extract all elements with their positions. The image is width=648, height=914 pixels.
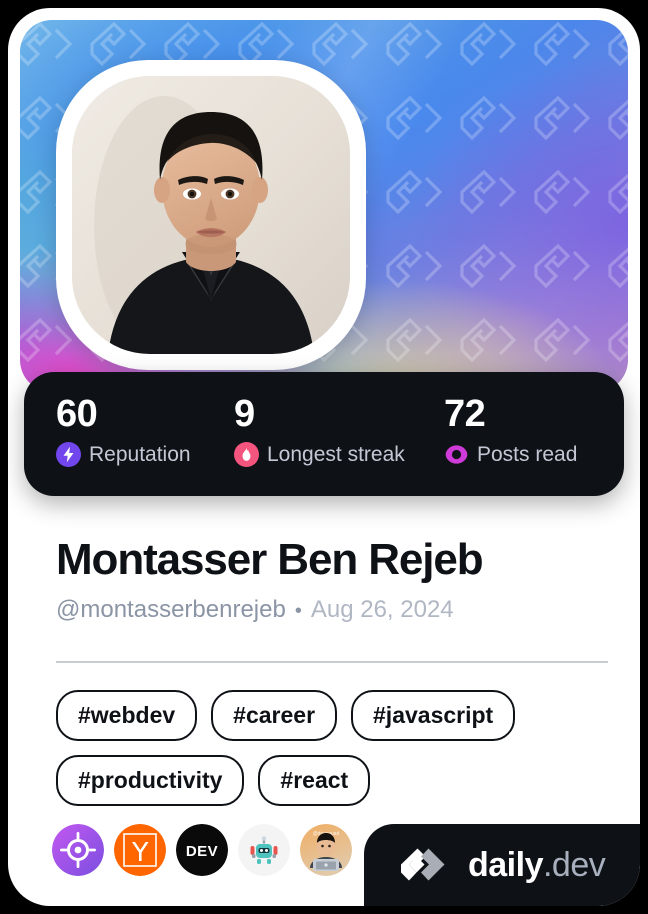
brand-wordmark: daily.dev — [468, 846, 606, 884]
tag-chip[interactable]: #react — [258, 755, 371, 806]
user-handle: @montasserbenrejeb — [56, 596, 286, 623]
user-avatar-source-icon[interactable]: @devsquad — [300, 824, 352, 876]
brand-panel: daily.dev — [364, 824, 640, 906]
flame-icon — [234, 442, 259, 467]
stat-reputation: 60 Reputation — [24, 392, 202, 496]
brand-tld: .dev — [542, 846, 606, 884]
stat-label: Longest streak — [267, 442, 405, 466]
tag-chip[interactable]: #webdev — [56, 690, 198, 741]
stat-value: 72 — [444, 393, 486, 435]
robot-emoji-source-icon[interactable] — [238, 824, 290, 876]
brand-name: daily — [468, 846, 543, 884]
daily-dev-logo-icon — [398, 845, 456, 885]
devcard: 60 Reputation 9 Longest streak 72 Posts … — [8, 8, 640, 906]
stat-value: 9 — [234, 393, 255, 435]
stats-bar: 60 Reputation 9 Longest streak 72 Posts … — [24, 372, 624, 496]
stat-label: Posts read — [477, 442, 578, 466]
tag-list: #webdev #career #javascript #productivity #r… — [56, 690, 616, 806]
stat-posts-read: 72 Posts read — [412, 392, 624, 496]
avatar — [72, 76, 350, 354]
eye-ring-icon — [444, 442, 469, 467]
avatar-frame — [56, 60, 366, 370]
stat-longest-streak: 9 Longest streak — [202, 392, 412, 496]
tag-chip[interactable]: #productivity — [56, 755, 245, 806]
ycombinator-source-icon[interactable] — [114, 824, 166, 876]
stat-label: Reputation — [89, 442, 191, 466]
meta-separator: • — [294, 600, 302, 622]
svg-text:DEV: DEV — [186, 843, 218, 860]
stat-value: 60 — [56, 393, 98, 435]
tag-chip[interactable]: #javascript — [351, 690, 516, 741]
target-crosshair-source-icon[interactable] — [52, 824, 104, 876]
join-date: Aug 26, 2024 — [310, 596, 454, 623]
tag-chip[interactable]: #career — [211, 690, 338, 741]
identity-block: Montasser Ben Rejeb @montasserbenrejeb •… — [56, 534, 616, 626]
cover-banner — [20, 20, 628, 392]
bolt-icon — [56, 442, 81, 467]
divider — [56, 661, 608, 663]
source-list: DEV — [52, 824, 352, 876]
page-title: Montasser Ben Rejeb — [56, 535, 484, 584]
identity-meta: @montasserbenrejeb • Aug 26, 2024 — [56, 595, 616, 626]
devto-source-icon[interactable]: DEV — [176, 824, 228, 876]
